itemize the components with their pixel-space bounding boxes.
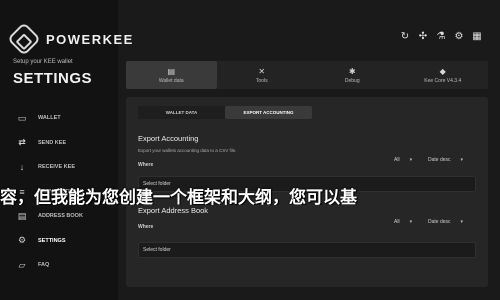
- sidebar-item-label: WALLET: [38, 115, 61, 122]
- sync-icon[interactable]: ↻: [396, 31, 414, 42]
- export-accounting-title: Export Accounting: [138, 134, 199, 143]
- tab-label: Kee Core V4.3.4: [424, 77, 462, 84]
- kee-core-icon: ◆: [439, 66, 446, 76]
- folder-field[interactable]: Select folder: [138, 176, 476, 192]
- tab-debug[interactable]: ✱ Debug: [307, 61, 398, 89]
- gear-icon[interactable]: ⚙: [450, 31, 468, 42]
- book-icon: ▤: [17, 210, 27, 221]
- tab-label: Debug: [344, 77, 360, 84]
- filter-value: All: [394, 157, 400, 163]
- sidebar-item-label: ADDRESS BOOK: [38, 213, 83, 220]
- export-accounting-description: Export your wallets accounting data to a…: [138, 148, 237, 153]
- where-label: Where: [138, 224, 154, 230]
- sub-tabs: WALLET DATA EXPORT ACCOUNTING: [138, 106, 312, 119]
- sort-select[interactable]: Date desc ▾: [428, 219, 463, 225]
- filter-select[interactable]: All ▾: [394, 157, 412, 163]
- where-label: Where: [138, 162, 154, 168]
- setup-text: Setup your KEE wallet: [13, 59, 73, 65]
- transactions-icon: ≡: [19, 186, 25, 197]
- sidebar-item-wallet[interactable]: ▭ WALLET: [0, 106, 118, 131]
- filter-select[interactable]: All ▾: [394, 219, 412, 225]
- main-tabs: ▤ Wallet data ✕ Tools ✱ Debug ◆ Kee Core…: [126, 61, 488, 89]
- main-panel: WALLET DATA EXPORT ACCOUNTING Export Acc…: [126, 97, 488, 287]
- folder-field[interactable]: Select folder: [138, 242, 476, 258]
- page-title: SETTINGS: [13, 70, 93, 87]
- gear-icon: ⚙: [17, 235, 27, 246]
- sort-value: Date desc: [428, 157, 451, 163]
- sort-select[interactable]: Date desc ▾: [428, 157, 463, 163]
- subtab-export-accounting[interactable]: EXPORT ACCOUNTING: [225, 106, 312, 119]
- subtab-wallet-data[interactable]: WALLET DATA: [138, 106, 225, 119]
- tools-icon: ✕: [258, 66, 266, 76]
- database-icon: ▤: [167, 66, 176, 76]
- header-icons: ↻ ✣ ⚗ ⚙ ▦: [396, 31, 486, 42]
- chevron-down-icon: ▾: [460, 157, 464, 163]
- send-icon: ⇄: [18, 137, 26, 148]
- export-address-book-title: Export Address Book: [138, 206, 209, 215]
- tab-label: Wallet data: [158, 77, 184, 84]
- sidebar: POWERKEE Setup your KEE wallet SETTINGS …: [0, 0, 132, 300]
- tab-wallet-data[interactable]: ▤ Wallet data: [126, 61, 217, 89]
- sidebar-item-transactions[interactable]: ≡ TRANSACTIONS: [0, 180, 118, 205]
- sidebar-item-label: FAQ: [38, 262, 50, 269]
- brand-name: POWERKEE: [46, 31, 134, 47]
- chevron-down-icon: ▾: [409, 219, 413, 225]
- tab-kee-core[interactable]: ◆ Kee Core V4.3.4: [398, 61, 489, 89]
- bug-icon: ✱: [348, 66, 356, 76]
- filter-value: All: [394, 219, 400, 225]
- receive-icon: ↓: [19, 162, 25, 173]
- tab-label: Tools: [255, 77, 268, 84]
- sidebar-item-label: SETTINGS: [38, 237, 66, 244]
- question-icon: ▱: [18, 259, 26, 270]
- diamond-logo-icon: [7, 22, 41, 56]
- sort-value: Date desc: [428, 219, 451, 225]
- sidebar-item-label: SEND KEE: [38, 139, 67, 146]
- chevron-down-icon: ▾: [409, 157, 413, 163]
- sidebar-item-label: RECEIVE KEE: [38, 164, 75, 171]
- sidebar-item-send[interactable]: ⇄ SEND KEE: [0, 131, 118, 156]
- sidebar-item-receive[interactable]: ↓ RECEIVE KEE: [0, 155, 118, 180]
- flask-icon[interactable]: ⚗: [432, 31, 450, 42]
- puzzle-icon[interactable]: ✣: [414, 31, 432, 42]
- sidebar-item-settings[interactable]: ⚙ SETTINGS: [0, 229, 118, 254]
- sidebar-item-label: TRANSACTIONS: [38, 188, 82, 195]
- wallet-icon: ▭: [17, 112, 27, 123]
- chevron-down-icon: ▾: [460, 219, 464, 225]
- sidebar-item-address-book[interactable]: ▤ ADDRESS BOOK: [0, 204, 118, 229]
- sidebar-item-faq[interactable]: ▱ FAQ: [0, 253, 118, 278]
- brand: POWERKEE: [7, 22, 134, 56]
- tab-tools[interactable]: ✕ Tools: [217, 61, 308, 89]
- sidebar-nav: ▭ WALLET ⇄ SEND KEE ↓ RECEIVE KEE ≡ TRAN…: [0, 106, 118, 278]
- grid-icon[interactable]: ▦: [468, 31, 486, 42]
